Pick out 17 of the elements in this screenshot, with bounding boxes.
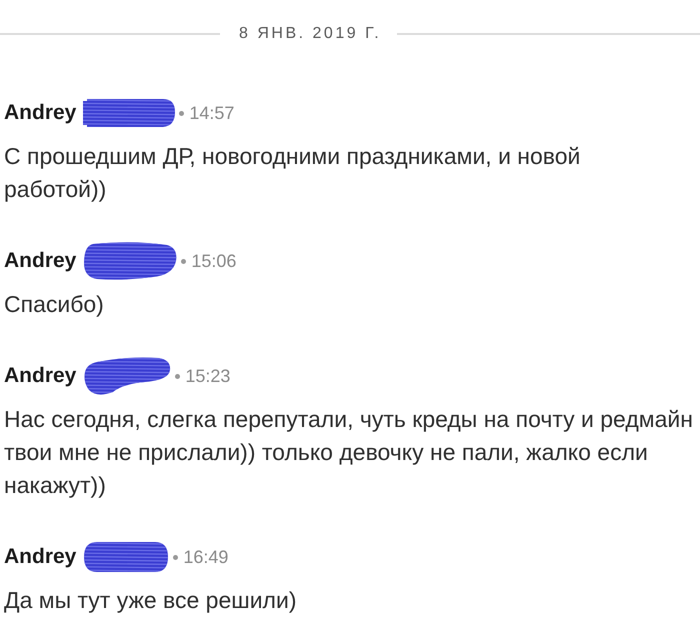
author-name: Andrey <box>4 101 76 125</box>
message-time: 15:23 <box>185 366 230 386</box>
author-name: Andrey <box>4 545 76 569</box>
author-name: Andrey <box>4 249 76 273</box>
message-time: 15:06 <box>191 250 236 272</box>
message-time: 16:49 <box>183 546 228 568</box>
message-text: С прошедшим ДР, новогодними праздниками, и новой работой)) <box>4 142 582 204</box>
author-name: Andrey <box>4 364 76 388</box>
separator-dot-icon <box>173 554 178 560</box>
separator-dot-icon <box>179 110 184 116</box>
message-text: Спасибо) <box>4 290 105 319</box>
message-text: Да мы тут уже все решили) <box>4 586 298 615</box>
message-text: Нас сегодня, слегка перепутали, чуть креды на почту и редмайн твои мне не прислали)) только девочку не пали, жалко если накажут)) <box>4 405 694 500</box>
separator-dot-icon <box>175 374 180 378</box>
message-time: 14:57 <box>189 102 234 124</box>
date-divider-label: 8 ЯНВ. 2019 Г. <box>238 25 382 43</box>
separator-dot-icon <box>181 258 186 264</box>
